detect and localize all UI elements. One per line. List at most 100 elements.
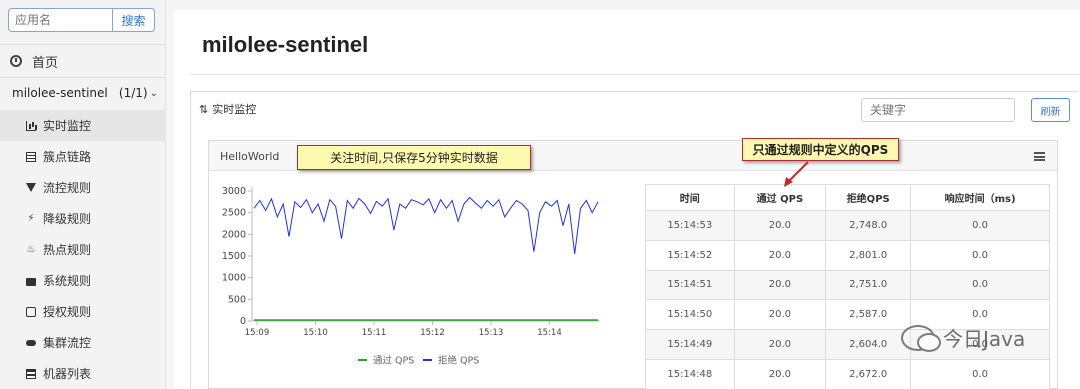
watermark-text: 今日Java bbox=[943, 327, 1026, 351]
table-cell: 2,801.0 bbox=[825, 239, 912, 271]
nav-home-label: 首页 bbox=[32, 55, 59, 71]
sidebar-item-label: 实时监控 bbox=[43, 119, 92, 133]
table-cell: 15:14:53 bbox=[645, 210, 735, 241]
sidebar-item-label: 流控规则 bbox=[43, 181, 92, 195]
table-cell: 20.0 bbox=[733, 269, 827, 301]
refresh-button[interactable]: 刷新 bbox=[1031, 98, 1070, 122]
sidebar-item[interactable]: 簇点链路 bbox=[0, 141, 166, 172]
table-cell: 0.0 bbox=[910, 358, 1050, 389]
lock-icon bbox=[26, 277, 36, 286]
bar-chart-icon bbox=[26, 120, 36, 131]
app-search: 搜索 bbox=[8, 8, 155, 32]
series-line-block-qps bbox=[253, 196, 599, 254]
table-header-cell: 响应时间（ms) bbox=[910, 184, 1050, 211]
chevron-down-icon: ⌄ bbox=[149, 87, 158, 99]
keyword-search-input[interactable] bbox=[861, 98, 1015, 122]
app-name: milolee-sentinel bbox=[12, 86, 108, 100]
y-tick-label: 3000 bbox=[222, 186, 246, 197]
x-tick-label: 15:09 bbox=[245, 328, 270, 338]
sidebar-item[interactable]: 系统规则 bbox=[0, 265, 166, 296]
filter-icon bbox=[26, 183, 36, 192]
table-cell: 15:14:51 bbox=[645, 269, 735, 301]
divider bbox=[190, 74, 1080, 75]
x-tick-label: 15:13 bbox=[479, 328, 504, 338]
sidebar-item[interactable]: 实时监控 bbox=[0, 110, 166, 141]
table-cell: 2,604.0 bbox=[825, 329, 912, 360]
cloud-icon bbox=[26, 339, 36, 346]
search-button[interactable]: 搜索 bbox=[113, 8, 155, 32]
divider bbox=[0, 77, 166, 78]
sidebar-item-label: 授权规则 bbox=[43, 305, 92, 319]
app-selector[interactable]: milolee-sentinel (1/1) ⌄ bbox=[12, 86, 158, 100]
flash-icon: ⚡ bbox=[27, 212, 35, 224]
table-cell: 2,587.0 bbox=[825, 299, 912, 331]
legend-label: 拒绝 QPS bbox=[438, 355, 479, 367]
sidebar: 搜索 首页 milolee-sentinel (1/1) ⌄ 实时监控簇点链路流… bbox=[0, 0, 166, 389]
y-tick-label: 1000 bbox=[222, 273, 246, 284]
y-tick-label: 0 bbox=[240, 316, 246, 327]
sidebar-item-label: 集群流控 bbox=[43, 336, 92, 350]
server-icon bbox=[26, 368, 36, 379]
x-tick-label: 15:14 bbox=[537, 328, 562, 338]
table-cell: 2,751.0 bbox=[825, 269, 912, 301]
table-cell: 20.0 bbox=[733, 299, 827, 331]
sidebar-item-label: 机器列表 bbox=[43, 367, 92, 381]
resource-name: HelloWorld bbox=[220, 150, 280, 163]
table-row: 15:14:51 20.0 2,751.0 0.0 bbox=[645, 269, 1050, 301]
table-cell: 2,748.0 bbox=[825, 210, 912, 241]
panel-header: ⇅ 实时监控 bbox=[199, 101, 256, 117]
app-search-input[interactable] bbox=[8, 8, 113, 32]
table-cell: 15:14:49 bbox=[645, 329, 735, 360]
y-tick-label: 2000 bbox=[222, 229, 246, 240]
table-cell: 20.0 bbox=[733, 329, 827, 360]
annotation-qps-note: 只通过规则中定义的QPS bbox=[742, 138, 899, 161]
page-title: milolee-sentinel bbox=[202, 32, 369, 57]
table-row: 15:14:52 20.0 2,801.0 0.0 bbox=[645, 239, 1050, 271]
sidebar-item[interactable]: 集群流控 bbox=[0, 327, 166, 358]
sidebar-item[interactable]: ⚡ 降级规则 bbox=[0, 203, 166, 234]
sidebar-item[interactable]: 授权规则 bbox=[0, 296, 166, 327]
x-tick-label: 15:11 bbox=[362, 328, 387, 338]
sidebar-item-label: 热点规则 bbox=[43, 243, 92, 257]
divider bbox=[0, 44, 166, 45]
table-header-cell: 时间 bbox=[645, 184, 735, 211]
table-cell: 20.0 bbox=[733, 358, 827, 389]
y-tick-label: 500 bbox=[228, 294, 246, 305]
sidebar-item-label: 簇点链路 bbox=[43, 150, 92, 164]
sort-icon: ⇅ bbox=[199, 102, 209, 116]
annotation-time-note: 关注时间,只保存5分钟实时数据 bbox=[297, 145, 531, 170]
qps-line-chart: 0 500 1000 1500 2000 2500 3000 15:09 15:10 15:11 1… bbox=[222, 186, 600, 367]
table-cell: 20.0 bbox=[733, 239, 827, 271]
x-tick-label: 15:10 bbox=[303, 328, 328, 338]
table-row: 15:14:48 20.0 2,672.0 0.0 bbox=[645, 358, 1050, 389]
y-tick-label: 1500 bbox=[222, 251, 246, 262]
sidebar-item-label: 降级规则 bbox=[43, 212, 92, 226]
table-cell: 2,672.0 bbox=[825, 358, 912, 389]
sidebar-item[interactable]: ♨ 热点规则 bbox=[0, 234, 166, 265]
table-cell: 0.0 bbox=[910, 269, 1050, 301]
sidebar-menu: 实时监控簇点链路流控规则 ⚡ 降级规则 ♨ 热点规则系统规则授权规则集群流控机器列表 bbox=[0, 110, 166, 389]
x-tick-label: 15:12 bbox=[420, 328, 445, 338]
table-header-cell: 拒绝QPS bbox=[825, 184, 912, 211]
watermark: 今日Java bbox=[901, 323, 1025, 352]
table-cell: 20.0 bbox=[733, 210, 827, 241]
fire-icon: ♨ bbox=[26, 243, 36, 255]
table-cell: 15:14:48 bbox=[645, 358, 735, 389]
annotation-arrow-icon bbox=[784, 161, 809, 187]
nav-home[interactable]: 首页 bbox=[10, 52, 59, 71]
qps-table: 时间 通过 QPS 拒绝QPS 响应时间（ms) 15:14:53 20.0 2,748.… bbox=[645, 184, 1050, 389]
sidebar-item[interactable]: 机器列表 bbox=[0, 358, 166, 389]
menu-icon[interactable] bbox=[1034, 152, 1045, 161]
y-tick-label: 2500 bbox=[222, 208, 246, 219]
sidebar-item[interactable]: 流控规则 bbox=[0, 172, 166, 203]
wechat-icon bbox=[901, 324, 941, 352]
table-cell: 0.0 bbox=[910, 239, 1050, 271]
list-icon bbox=[26, 151, 36, 162]
table-row: 15:14:53 20.0 2,748.0 0.0 bbox=[645, 210, 1050, 241]
table-cell: 15:14:50 bbox=[645, 299, 735, 331]
table-cell: 0.0 bbox=[910, 210, 1050, 241]
check-square-icon bbox=[26, 306, 36, 317]
table-header-row: 时间 通过 QPS 拒绝QPS 响应时间（ms) bbox=[645, 184, 1050, 211]
dashboard-icon bbox=[10, 55, 22, 67]
app-instance-count: (1/1) bbox=[118, 86, 148, 100]
